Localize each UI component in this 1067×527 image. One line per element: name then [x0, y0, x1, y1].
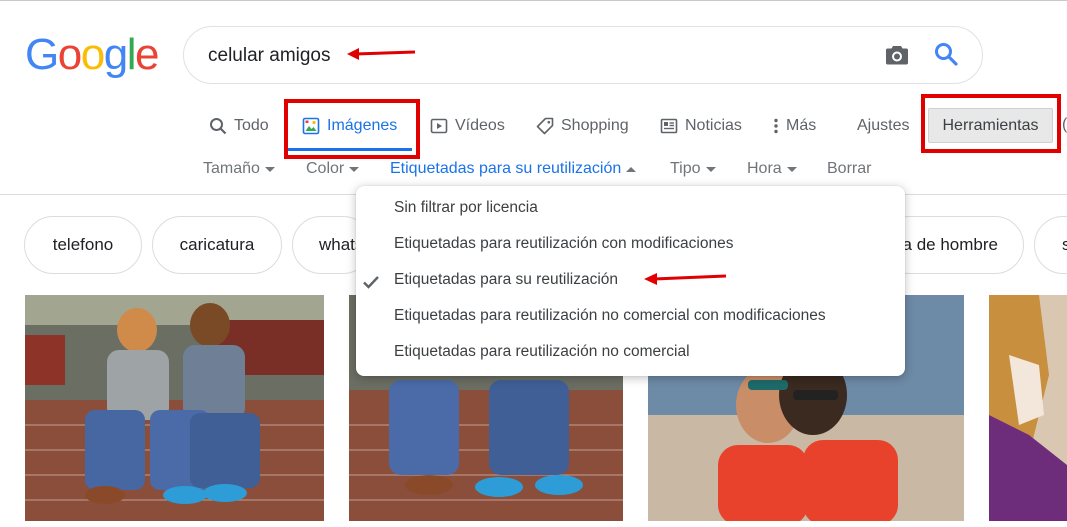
tab-videos[interactable]: Vídeos — [429, 110, 505, 142]
camera-icon[interactable] — [884, 42, 910, 68]
search-icon — [208, 116, 228, 136]
annotation-arrow-selected — [644, 273, 727, 285]
chip-s[interactable]: s — [1034, 216, 1067, 274]
chip-label: s — [1062, 235, 1067, 255]
tab-ajustes-label: Ajustes — [857, 117, 910, 134]
filter-color-label: Color — [306, 160, 345, 177]
annotation-arrow-query — [347, 48, 416, 60]
chip-label: a de hombre — [902, 235, 998, 254]
filter-licencia-label: Etiquetadas para su reutilización — [390, 160, 622, 177]
chip-label: telefono — [52, 235, 114, 254]
check-icon — [363, 276, 379, 289]
tag-icon — [535, 116, 555, 136]
dropdown-item-sin-filtrar[interactable]: Sin filtrar por licencia — [394, 199, 538, 217]
dropdown-item-no-comercial[interactable]: Etiquetadas para reutilización no comerc… — [394, 343, 690, 361]
filter-hora-label: Hora — [747, 160, 782, 177]
tab-ajustes[interactable]: Ajustes — [857, 110, 909, 142]
dropdown-item-su-reutilizacion[interactable]: Etiquetadas para su reutilización — [394, 271, 618, 289]
play-icon — [429, 116, 449, 136]
caret-down-icon — [349, 166, 360, 172]
caret-up-icon — [626, 166, 637, 172]
annotation-box-herramientas — [921, 94, 1061, 153]
tab-noticias-label: Noticias — [685, 117, 742, 134]
tab-noticias[interactable]: Noticias — [659, 110, 742, 142]
tab-todo-label: Todo — [234, 117, 269, 134]
tab-shopping[interactable]: Shopping — [535, 110, 629, 142]
truncated-text: ( — [1062, 116, 1067, 133]
dropdown-item-con-modificaciones[interactable]: Etiquetadas para reutilización con modif… — [394, 235, 733, 253]
tab-mas-label: Más — [786, 117, 817, 134]
image-result-4[interactable] — [989, 295, 1067, 521]
dropdown-item-label: Etiquetadas para su reutilización — [394, 271, 619, 288]
chip-label: caricatura — [179, 235, 255, 254]
caret-down-icon — [264, 166, 275, 172]
chip-telefono[interactable]: telefono — [24, 216, 142, 274]
filter-borrar[interactable]: Borrar — [827, 160, 871, 178]
filter-tamano-label: Tamaño — [203, 160, 260, 177]
newspaper-icon — [659, 116, 679, 136]
filter-borrar-label: Borrar — [827, 160, 872, 177]
search-box — [183, 26, 983, 84]
dropdown-item-label: Sin filtrar por licencia — [394, 199, 538, 216]
more-vert-icon — [770, 116, 782, 136]
search-input[interactable] — [208, 41, 808, 71]
caret-down-icon — [786, 166, 797, 172]
annotation-box-imagenes — [284, 99, 420, 159]
top-border — [0, 0, 1067, 1]
tab-shopping-label: Shopping — [561, 117, 629, 134]
dropdown-item-label: Etiquetadas para reutilización no comerc… — [394, 343, 690, 360]
caret-down-icon — [705, 166, 716, 172]
dropdown-item-label: Etiquetadas para reutilización no comerc… — [394, 307, 826, 324]
image-result-1[interactable] — [25, 295, 324, 521]
tab-mas[interactable]: Más — [770, 110, 816, 142]
google-logo[interactable]: Google — [25, 30, 159, 80]
chip-caricatura[interactable]: caricatura — [152, 216, 282, 274]
dropdown-item-no-comercial-modificaciones[interactable]: Etiquetadas para reutilización no comerc… — [394, 307, 826, 325]
filter-hora[interactable]: Hora — [747, 160, 797, 178]
filter-color[interactable]: Color — [306, 160, 360, 178]
tab-todo[interactable]: Todo — [208, 110, 269, 142]
filter-tipo-label: Tipo — [670, 160, 701, 177]
license-dropdown-menu: Sin filtrar por licencia Etiquetadas par… — [356, 186, 905, 376]
tab-videos-label: Vídeos — [455, 117, 505, 134]
filter-licencia[interactable]: Etiquetadas para su reutilización — [390, 160, 637, 178]
dropdown-item-label: Etiquetadas para reutilización con modif… — [394, 235, 734, 252]
filter-tamano[interactable]: Tamaño — [203, 160, 275, 178]
filter-tipo[interactable]: Tipo — [670, 160, 716, 178]
search-icon[interactable] — [933, 41, 959, 67]
